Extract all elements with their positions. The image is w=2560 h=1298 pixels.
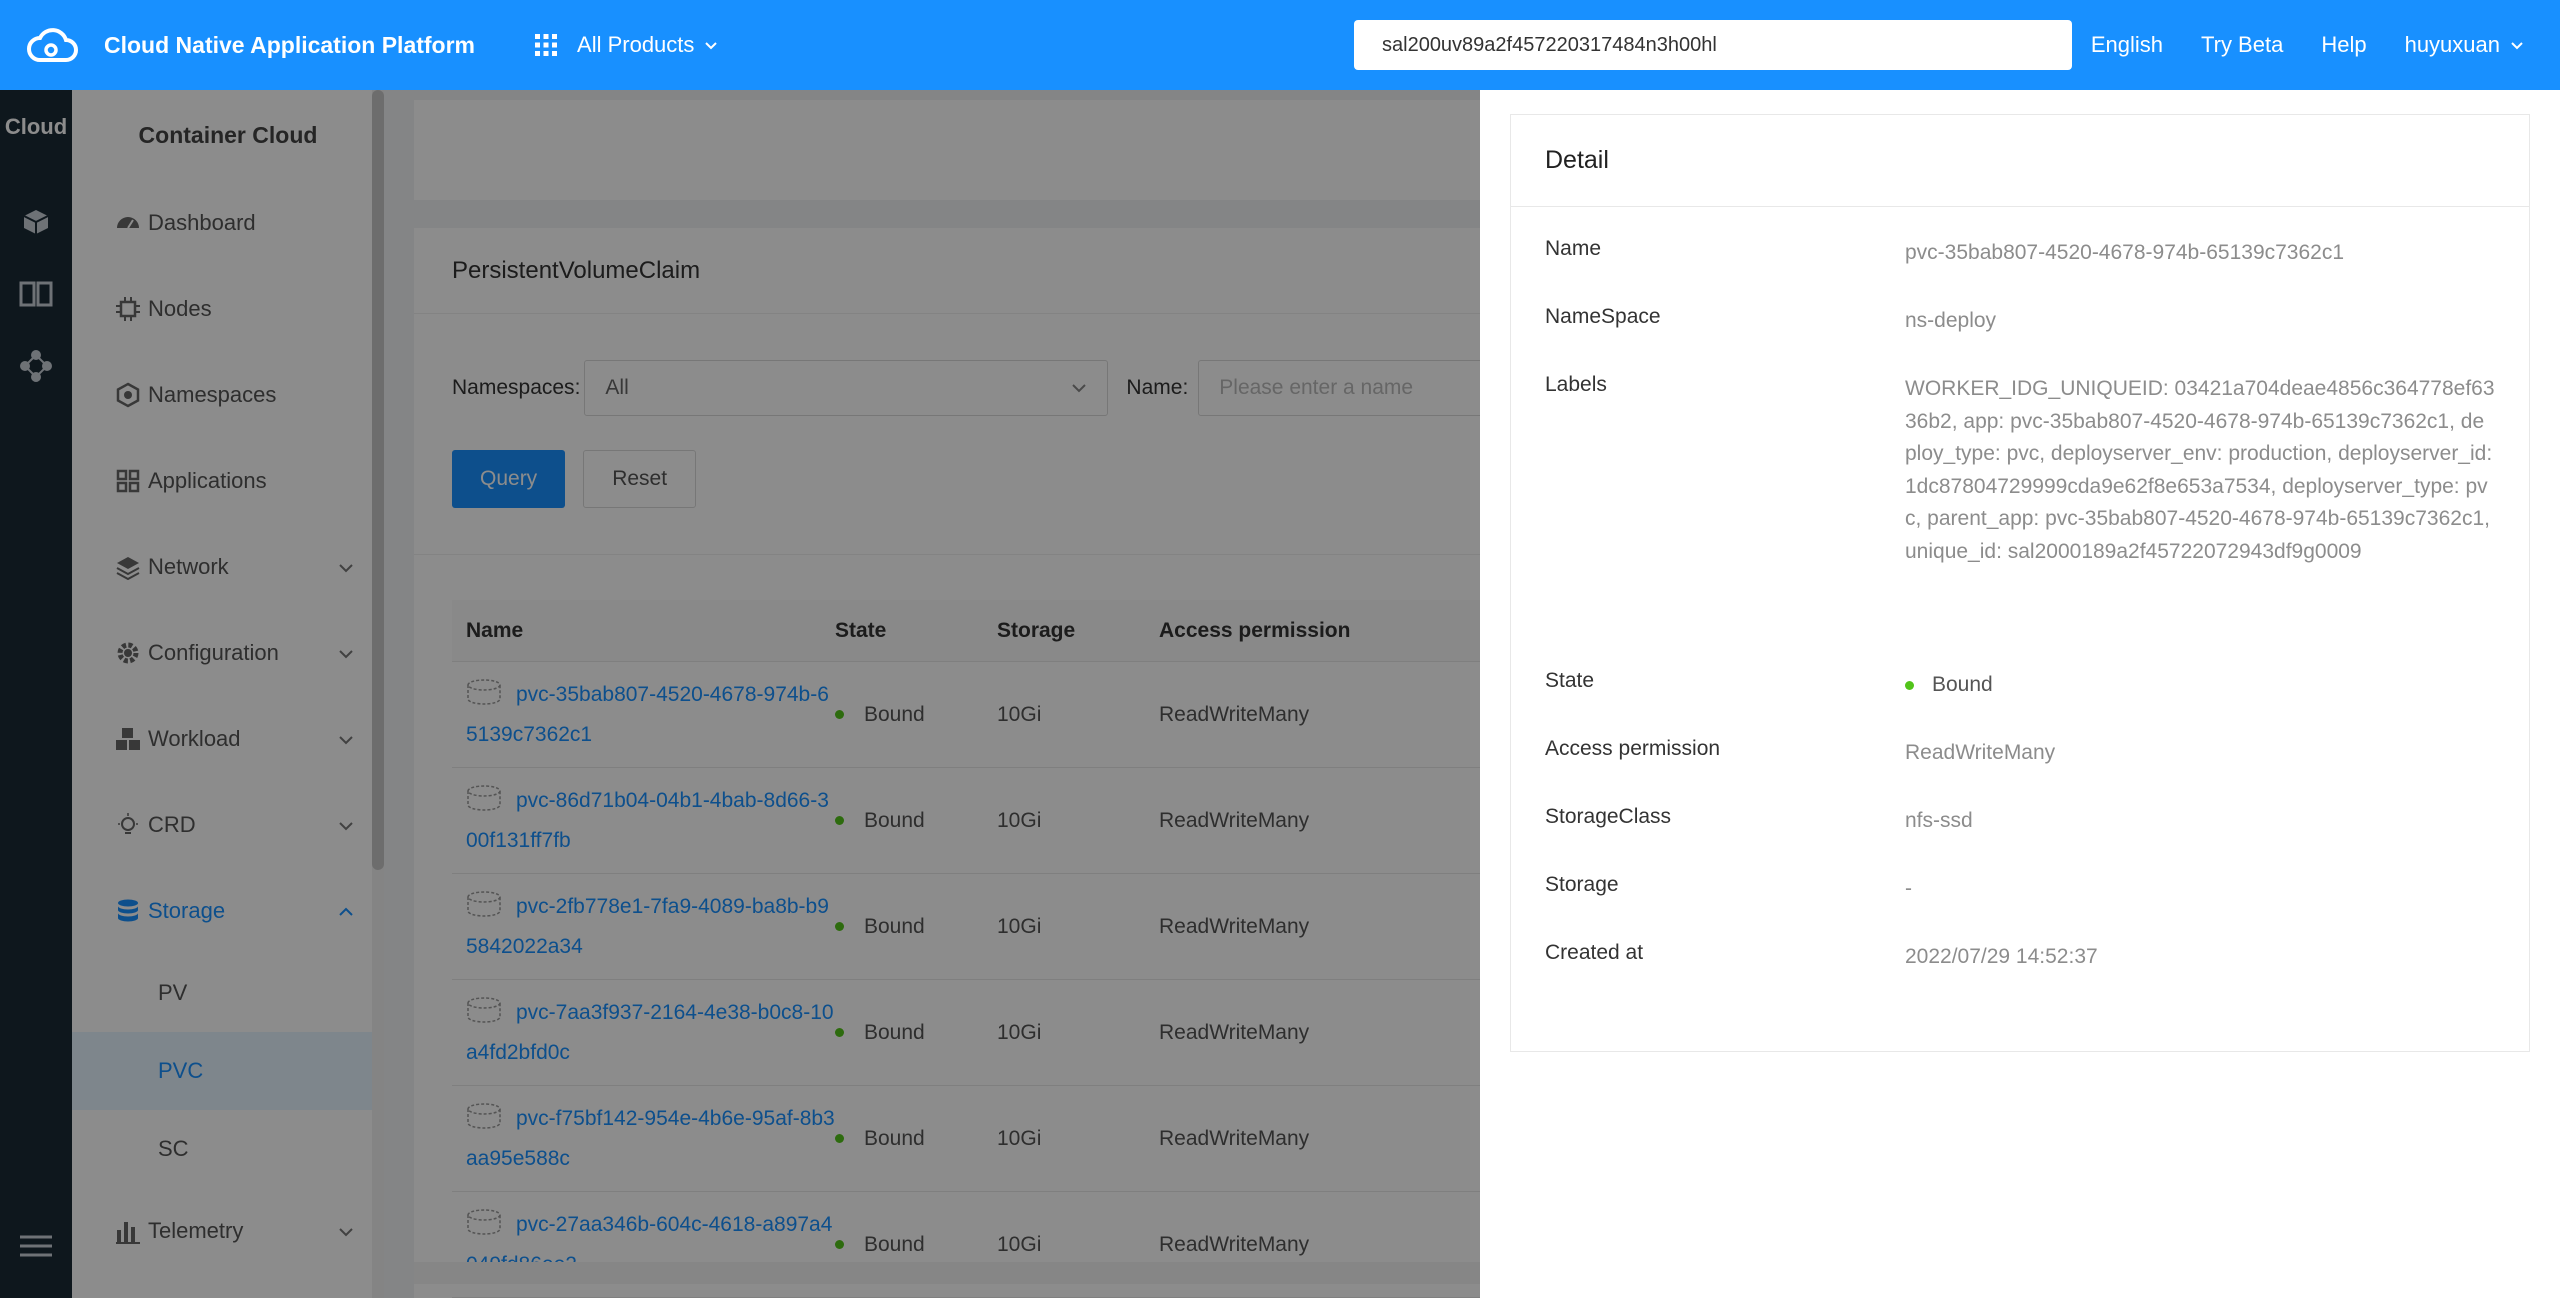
detail-row-namespace: NameSpace ns-deploy bbox=[1545, 305, 2505, 338]
help-link[interactable]: Help bbox=[2321, 32, 2366, 58]
detail-label: State bbox=[1545, 669, 1595, 692]
chevron-down-icon bbox=[705, 42, 718, 50]
detail-card: Detail Name pvc-35bab807-4520-4678-974b-… bbox=[1510, 114, 2530, 1052]
detail-row-created: Created at 2022/07/29 14:52:37 bbox=[1545, 941, 2505, 974]
top-bar: Cloud Native Application Platform All Pr… bbox=[0, 0, 2560, 90]
status-dot bbox=[1905, 680, 1914, 690]
global-search-input[interactable]: sal200uv89a2f457220317484n3h00hl bbox=[1354, 20, 2072, 70]
cloud-logo-icon[interactable] bbox=[26, 25, 80, 65]
detail-label: StorageClass bbox=[1545, 805, 1672, 828]
all-products-menu[interactable]: All Products bbox=[535, 32, 718, 58]
detail-value: Bound bbox=[1905, 669, 2495, 702]
detail-value: - bbox=[1905, 877, 1912, 900]
detail-value: 2022/07/29 14:52:37 bbox=[1905, 945, 2098, 968]
detail-row-access: Access permission ReadWriteMany bbox=[1545, 737, 2505, 770]
grid-icon bbox=[535, 34, 558, 56]
detail-value: ReadWriteMany bbox=[1905, 741, 2056, 764]
detail-row-storage-class: StorageClass nfs-ssd bbox=[1545, 805, 2505, 838]
detail-value: nfs-ssd bbox=[1905, 809, 1973, 832]
detail-value: WORKER_IDG_UNIQUEID: 03421a704deae4856c3… bbox=[1905, 377, 2495, 563]
detail-label: Storage bbox=[1545, 873, 1619, 896]
detail-row-storage: Storage - bbox=[1545, 873, 2505, 906]
detail-row-name: Name pvc-35bab807-4520-4678-974b-65139c7… bbox=[1545, 237, 2505, 270]
detail-value: ns-deploy bbox=[1905, 309, 1997, 332]
user-menu[interactable]: huyuxuan bbox=[2405, 32, 2524, 58]
detail-label: Name bbox=[1545, 237, 1602, 260]
detail-row-state: State Bound bbox=[1545, 669, 2505, 702]
state-value: Bound bbox=[1932, 673, 1993, 696]
chevron-down-icon bbox=[2511, 42, 2523, 50]
detail-value: pvc-35bab807-4520-4678-974b-65139c7362c1 bbox=[1905, 241, 2345, 264]
app-title[interactable]: Cloud Native Application Platform bbox=[104, 32, 475, 59]
detail-label: NameSpace bbox=[1545, 305, 1661, 328]
username: huyuxuan bbox=[2404, 32, 2500, 57]
detail-row-labels: Labels WORKER_IDG_UNIQUEID: 03421a704dea… bbox=[1545, 373, 2505, 568]
detail-drawer: Detail Name pvc-35bab807-4520-4678-974b-… bbox=[1480, 90, 2560, 1298]
language-link[interactable]: English bbox=[2091, 32, 2163, 58]
modal-mask[interactable] bbox=[0, 90, 1480, 1298]
detail-label: Created at bbox=[1545, 941, 1644, 964]
detail-title: Detail bbox=[1511, 115, 2529, 207]
detail-label: Labels bbox=[1545, 373, 1607, 396]
detail-label: Access permission bbox=[1545, 737, 1721, 760]
all-products-label: All Products bbox=[577, 32, 695, 57]
try-beta-link[interactable]: Try Beta bbox=[2201, 32, 2283, 58]
